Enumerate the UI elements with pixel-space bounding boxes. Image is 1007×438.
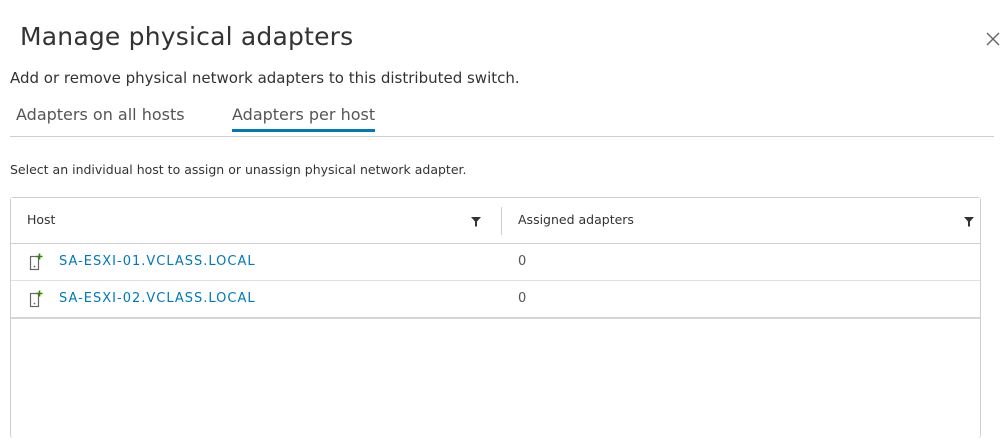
- close-icon[interactable]: [984, 30, 1002, 48]
- filter-icon[interactable]: [964, 217, 974, 227]
- column-header-host[interactable]: Host: [27, 212, 55, 227]
- column-separator[interactable]: [501, 207, 502, 235]
- hosts-grid: Host Assigned adapters SA-ESXI-01.VCLASS…: [10, 197, 981, 438]
- instruction-text: Select an individual host to assign or u…: [10, 162, 467, 177]
- host-icon: [29, 253, 43, 271]
- table-row[interactable]: SA-ESXI-01.VCLASS.LOCAL 0: [11, 244, 980, 281]
- table-row[interactable]: SA-ESXI-02.VCLASS.LOCAL 0: [11, 281, 980, 319]
- assigned-adapters-count: 0: [518, 254, 527, 269]
- filter-icon[interactable]: [471, 217, 481, 227]
- tab-adapters-per-host[interactable]: Adapters per host: [232, 105, 376, 132]
- assigned-adapters-count: 0: [518, 291, 527, 306]
- host-icon: [29, 290, 43, 308]
- host-link[interactable]: SA-ESXI-01.VCLASS.LOCAL: [59, 254, 256, 269]
- grid-header: Host Assigned adapters: [11, 198, 980, 244]
- dialog-title: Manage physical adapters: [20, 22, 354, 51]
- tab-adapters-on-all-hosts[interactable]: Adapters on all hosts: [16, 105, 185, 132]
- host-link[interactable]: SA-ESXI-02.VCLASS.LOCAL: [59, 291, 256, 306]
- dialog-subtitle: Add or remove physical network adapters …: [10, 69, 520, 87]
- column-header-assigned-adapters[interactable]: Assigned adapters: [518, 212, 634, 227]
- tab-bar: Adapters on all hosts Adapters per host: [10, 97, 994, 137]
